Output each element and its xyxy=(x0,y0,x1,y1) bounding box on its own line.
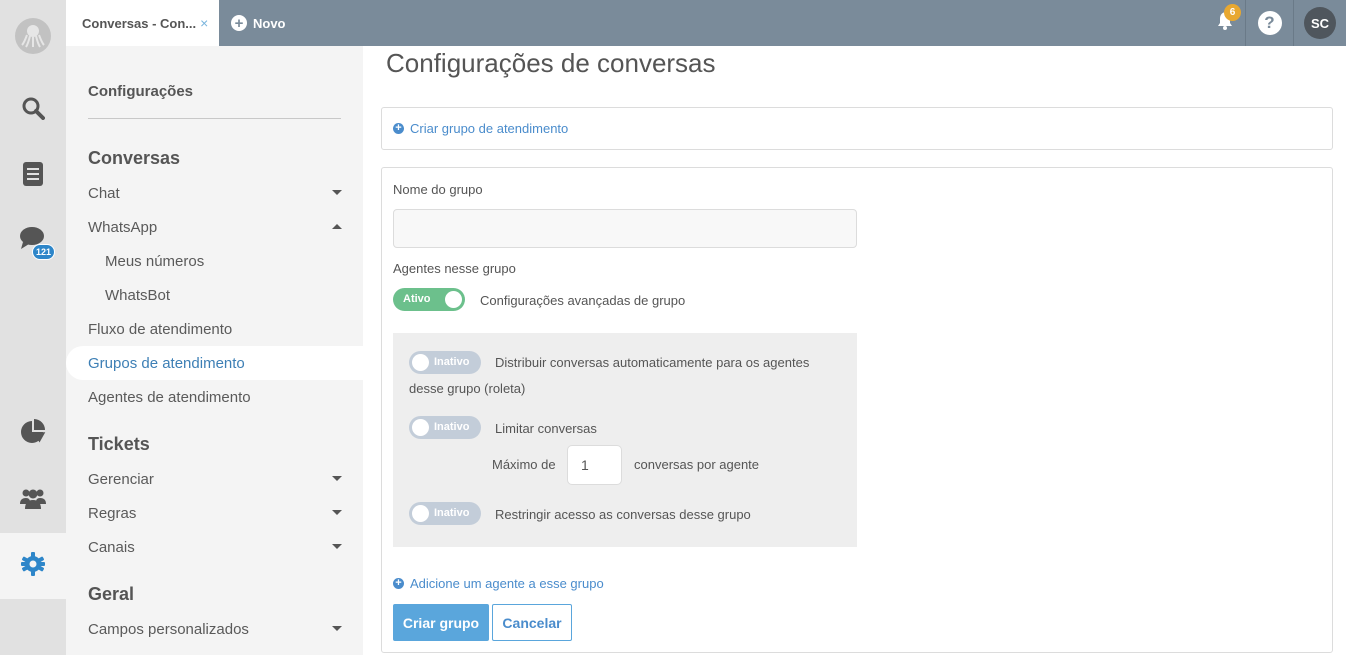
restrict-access-toggle[interactable]: Inativo xyxy=(409,502,481,525)
close-icon[interactable]: × xyxy=(200,15,208,31)
sidebar-item-agentes-atendimento[interactable]: Agentes de atendimento xyxy=(66,380,363,414)
sidebar-item-label: Gerenciar xyxy=(88,470,154,488)
new-tab-button[interactable]: + Novo xyxy=(231,0,286,46)
sidebar-item-label: Meus números xyxy=(105,252,205,270)
top-right-actions: 6 ? SC xyxy=(1204,0,1346,46)
notifications-count: 6 xyxy=(1224,4,1241,21)
limit-conversations-toggle[interactable]: Inativo xyxy=(409,416,481,439)
chevron-down-icon xyxy=(332,476,342,481)
chevron-down-icon xyxy=(332,544,342,549)
auto-distribute-label: Distribuir conversas automaticamente par… xyxy=(409,355,810,396)
plus-circle-icon: + xyxy=(393,123,404,134)
notifications-button[interactable]: 6 xyxy=(1204,0,1246,46)
add-agent-link[interactable]: + Adicione um agente a esse grupo xyxy=(393,576,604,591)
advanced-settings-box: Inativo Distribuir conversas automaticam… xyxy=(393,333,857,547)
sidebar-item-label: WhatsApp xyxy=(88,218,158,236)
plus-circle-icon: + xyxy=(393,578,404,589)
chevron-up-icon xyxy=(332,224,342,229)
sidebar-item-whatsbot[interactable]: WhatsBot xyxy=(66,278,363,312)
document-icon xyxy=(23,161,43,191)
create-group-button[interactable]: Criar grupo xyxy=(393,604,489,641)
toggle-knob xyxy=(412,419,429,436)
group-name-label: Nome do grupo xyxy=(393,182,483,197)
chevron-down-icon xyxy=(332,626,342,631)
sidebar-item-label: Canais xyxy=(88,538,135,556)
group-heading-conversas: Conversas xyxy=(88,148,181,168)
sidenav-divider xyxy=(88,118,341,119)
sidebar-item-label: WhatsBot xyxy=(105,286,171,304)
cancel-button[interactable]: Cancelar xyxy=(492,604,572,641)
new-tab-label: Novo xyxy=(253,15,286,31)
sidenav-title: Configurações xyxy=(88,83,194,100)
sidebar-item-campos-personalizados[interactable]: Campos personalizados xyxy=(66,612,363,646)
main-content: Configurações de conversas + Criar grupo… xyxy=(363,46,1346,655)
max-suffix-label: conversas por agente xyxy=(634,457,760,472)
sidebar-item-label: Regras xyxy=(88,504,137,522)
agents-label: Agentes nesse grupo xyxy=(393,261,516,276)
toggle-state-label: Inativo xyxy=(434,507,470,519)
icon-rail: 121 xyxy=(0,0,68,655)
page-title: Configurações de conversas xyxy=(386,48,716,78)
sidebar-item-label: Campos personalizados xyxy=(88,620,249,638)
create-group-link[interactable]: + Criar grupo de atendimento xyxy=(393,121,568,136)
tab-label: Conversas - Con... xyxy=(82,15,197,31)
create-group-link-label: Criar grupo de atendimento xyxy=(410,121,569,136)
sidebar-item-gerenciar[interactable]: Gerenciar xyxy=(66,462,363,496)
rail-tickets[interactable] xyxy=(0,154,66,198)
sidebar-item-regras[interactable]: Regras xyxy=(66,496,363,530)
avatar: SC xyxy=(1304,7,1336,39)
group-name-input[interactable] xyxy=(393,209,857,248)
chevron-down-icon xyxy=(332,510,342,515)
sidebar-item-meus-numeros[interactable]: Meus números xyxy=(66,244,363,278)
rail-reports[interactable] xyxy=(0,412,66,456)
chevron-down-icon xyxy=(332,190,342,195)
toggle-knob xyxy=(412,505,429,522)
octopus-logo-icon[interactable] xyxy=(15,18,51,54)
sidebar-item-label: Agentes de atendimento xyxy=(88,388,251,406)
toggle-state-label: Ativo xyxy=(403,293,431,305)
conversations-badge: 121 xyxy=(32,244,56,260)
sidebar-item-canais[interactable]: Canais xyxy=(66,530,363,564)
sidebar-item-chat[interactable]: Chat xyxy=(66,176,363,210)
user-avatar-button[interactable]: SC xyxy=(1294,0,1346,46)
rail-settings[interactable] xyxy=(0,533,68,599)
max-conversations-input[interactable] xyxy=(567,445,622,485)
limit-conversations-label: Limitar conversas xyxy=(495,421,597,436)
rail-contacts[interactable] xyxy=(0,478,66,522)
help-icon: ? xyxy=(1257,11,1282,35)
sidebar-item-label: Chat xyxy=(88,184,120,202)
group-heading-geral: Geral xyxy=(88,584,135,604)
create-group-panel: + Criar grupo de atendimento xyxy=(381,107,1333,150)
max-prefix-label: Máximo de xyxy=(492,457,556,472)
sidebar-item-grupos-atendimento[interactable]: Grupos de atendimento xyxy=(66,346,363,380)
toggle-state-label: Inativo xyxy=(434,421,470,433)
sidebar-item-label: Fluxo de atendimento xyxy=(88,320,233,338)
group-heading-tickets: Tickets xyxy=(88,434,150,454)
sidebar-item-label: Grupos de atendimento xyxy=(88,354,245,372)
rail-search[interactable] xyxy=(0,88,66,132)
gear-icon xyxy=(21,551,45,581)
sidebar-item-fluxo-atendimento[interactable]: Fluxo de atendimento xyxy=(66,312,363,346)
add-agent-link-label: Adicione um agente a esse grupo xyxy=(410,576,604,591)
advanced-settings-label: Configurações avançadas de grupo xyxy=(480,293,686,308)
help-button[interactable]: ? xyxy=(1246,0,1294,46)
restrict-access-label: Restringir acesso as conversas desse gru… xyxy=(495,507,751,522)
pie-chart-icon xyxy=(20,418,46,450)
plus-circle-icon: + xyxy=(231,15,247,31)
toggle-knob xyxy=(445,291,462,308)
tab-conversas[interactable]: Conversas - Con... × xyxy=(66,0,219,46)
advanced-settings-toggle[interactable]: Ativo xyxy=(393,288,465,311)
users-icon xyxy=(20,487,46,514)
top-bar: Conversas - Con... × + Novo 6 ? SC xyxy=(66,0,1346,46)
sidebar-item-whatsapp[interactable]: WhatsApp xyxy=(66,210,363,244)
group-form-panel: Nome do grupo Agentes nesse grupo Ativo … xyxy=(381,167,1333,653)
search-icon xyxy=(21,96,45,125)
settings-sidenav: Configurações Conversas Chat WhatsApp Me… xyxy=(66,46,363,655)
